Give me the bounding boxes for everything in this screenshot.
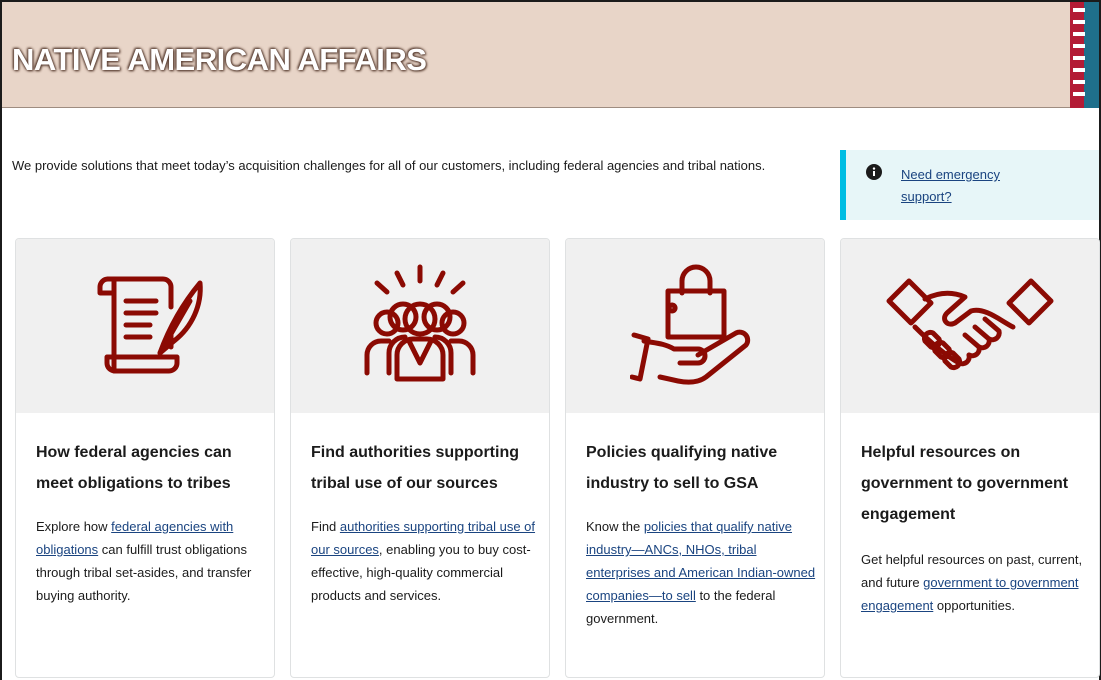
card-media bbox=[566, 239, 824, 413]
card-title: Find authorities supporting tribal use o… bbox=[311, 444, 519, 492]
card-title: Policies qualifying native industry to s… bbox=[586, 444, 778, 492]
handshake-icon bbox=[886, 278, 1054, 371]
decorative-border-pattern bbox=[1070, 2, 1099, 108]
emergency-alert: Need emergency support? bbox=[840, 150, 1099, 220]
card-federal-obligations: How federal agencies can meet obligation… bbox=[15, 238, 275, 678]
card-native-industry-policies: Policies qualifying native industry to s… bbox=[565, 238, 825, 678]
card-government-engagement: Helpful resources on government to gover… bbox=[840, 238, 1100, 678]
crowd-people-icon bbox=[364, 264, 476, 382]
card-title: How federal agencies can meet obligation… bbox=[36, 444, 232, 492]
card-text: Explore how bbox=[36, 519, 112, 534]
card-description: Get helpful resources on past, current, … bbox=[861, 548, 1091, 617]
card-text: Know the bbox=[586, 519, 644, 534]
card-media bbox=[16, 239, 274, 413]
card-title: Helpful resources on government to gover… bbox=[861, 444, 1069, 523]
card-media bbox=[291, 239, 549, 413]
hand-shopping-bag-icon bbox=[630, 264, 751, 385]
card-text: opportunities. bbox=[933, 598, 1015, 613]
card-description: Explore how federal agencies with obliga… bbox=[36, 515, 266, 607]
card-text: Find bbox=[311, 519, 340, 534]
card-description: Know the policies that qualify native in… bbox=[586, 515, 816, 630]
page-banner: NATIVE AMERICAN AFFAIRS bbox=[2, 2, 1099, 108]
info-icon bbox=[866, 164, 882, 180]
intro-text: We provide solutions that meet today’s a… bbox=[12, 158, 766, 173]
card-description: Find authorities supporting tribal use o… bbox=[311, 515, 541, 607]
card-media bbox=[841, 239, 1099, 413]
page-title: NATIVE AMERICAN AFFAIRS bbox=[12, 42, 427, 77]
scroll-quill-icon bbox=[97, 276, 203, 374]
emergency-support-link[interactable]: Need emergency support? bbox=[901, 164, 1021, 208]
card-tribal-authorities: Find authorities supporting tribal use o… bbox=[290, 238, 550, 678]
